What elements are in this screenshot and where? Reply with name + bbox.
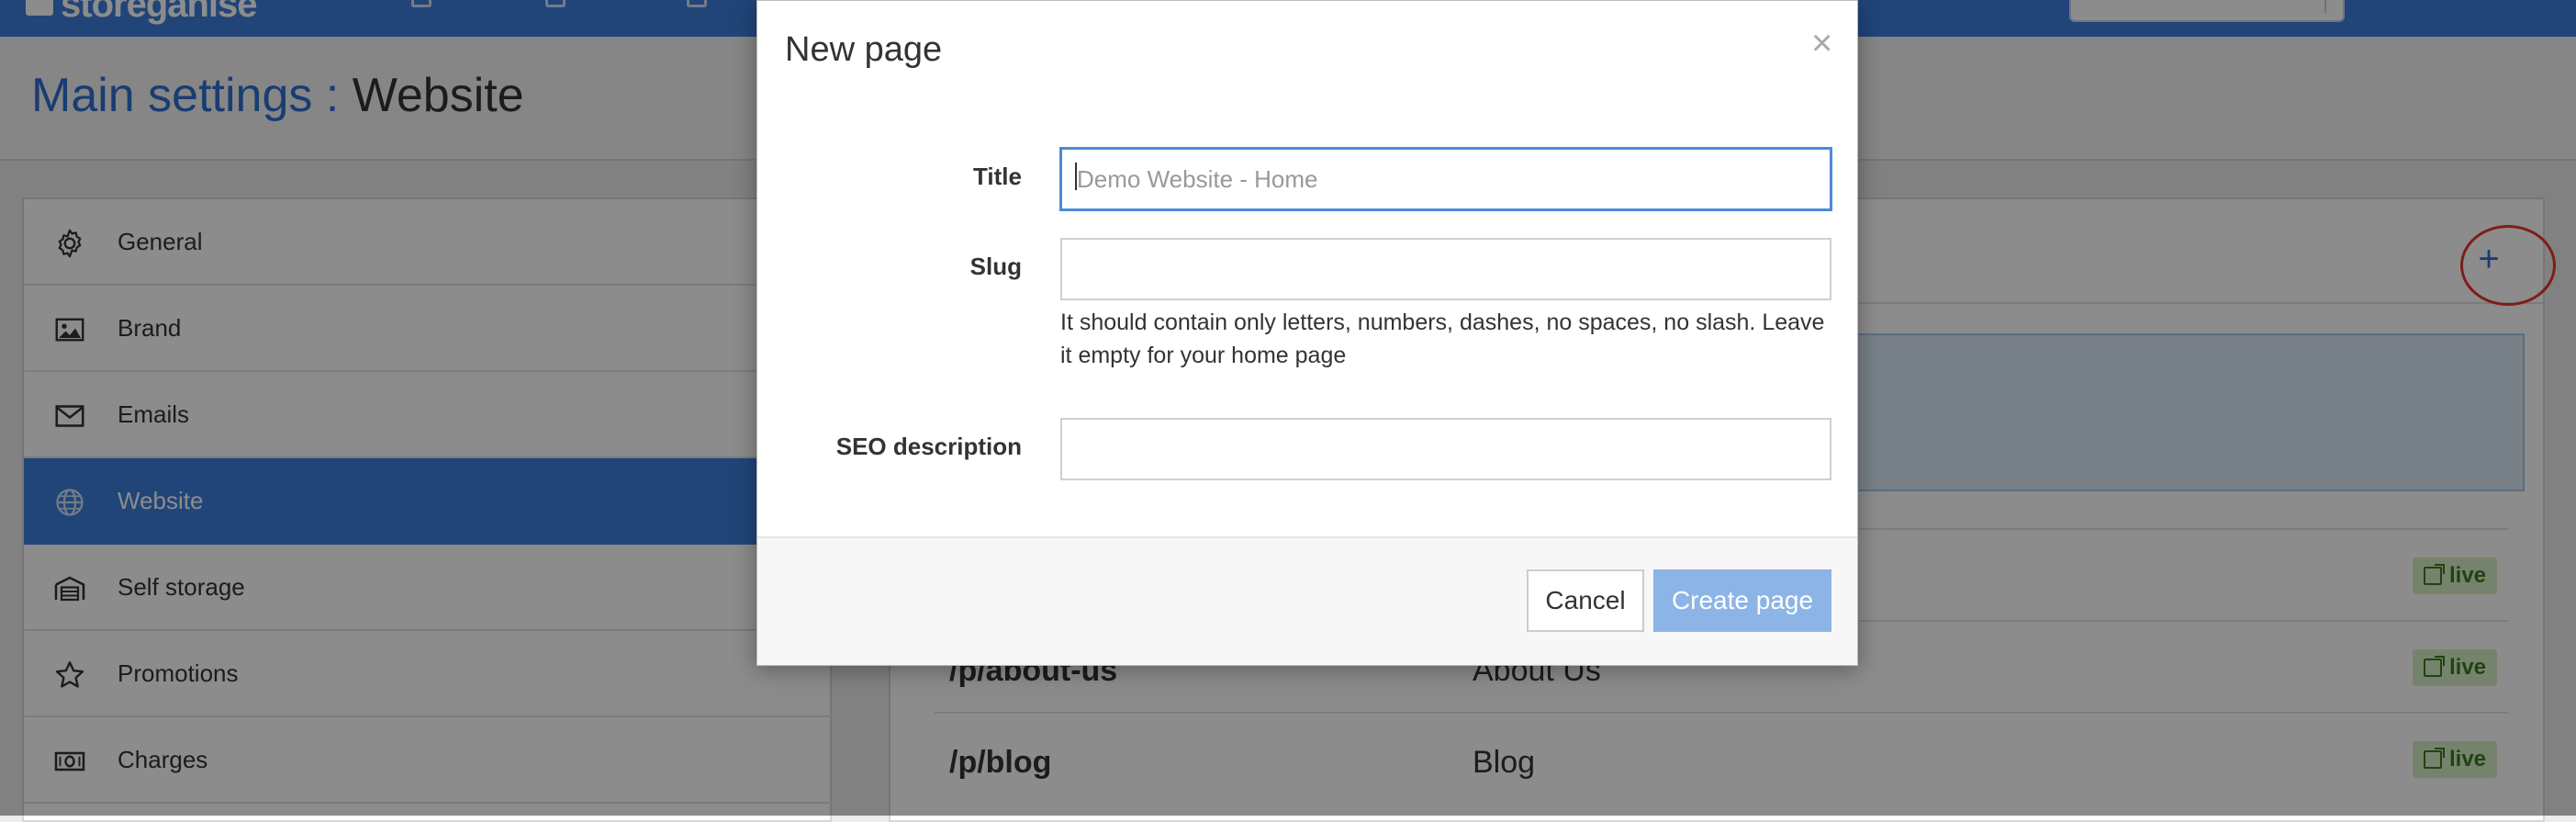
close-icon[interactable]: × xyxy=(1811,25,1832,62)
slug-label: Slug xyxy=(969,253,1022,280)
seo-description-input[interactable] xyxy=(1060,418,1831,480)
title-label: Title xyxy=(973,163,1022,190)
create-page-button[interactable]: Create page xyxy=(1653,569,1831,632)
new-page-modal: New page × Title Slug It should contain … xyxy=(756,0,1858,666)
cancel-button[interactable]: Cancel xyxy=(1527,569,1644,632)
slug-help-text: It should contain only letters, numbers,… xyxy=(1060,310,1825,368)
title-input[interactable] xyxy=(1060,148,1831,210)
seo-description-label: SEO description xyxy=(835,433,1022,460)
slug-input[interactable] xyxy=(1060,238,1831,300)
modal-footer: Cancel Create page xyxy=(757,536,1857,665)
modal-title: New page xyxy=(785,30,943,69)
text-caret xyxy=(1075,163,1077,190)
